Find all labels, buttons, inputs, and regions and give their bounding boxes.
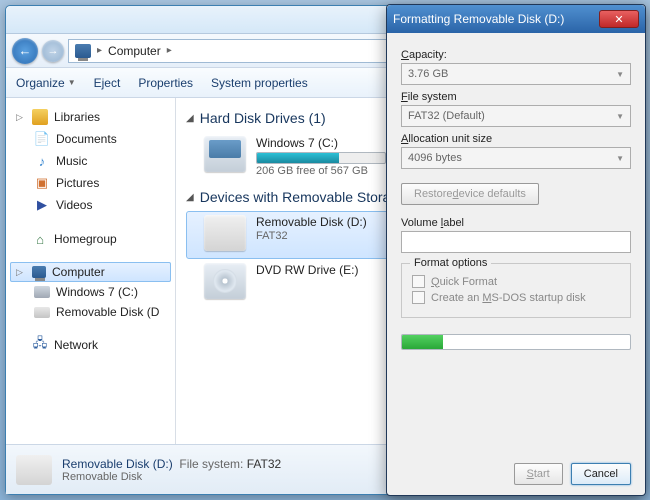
collapse-icon: ◢ bbox=[186, 113, 194, 124]
format-options-legend: Format options bbox=[410, 257, 491, 269]
status-drive-name: Removable Disk (D:) bbox=[62, 457, 173, 471]
capacity-label: Capacity: bbox=[401, 49, 631, 61]
collapse-icon: ◢ bbox=[186, 192, 194, 203]
format-dialog: Formatting Removable Disk (D:) ✕ Capacit… bbox=[386, 4, 646, 496]
pictures-icon: ▣ bbox=[34, 175, 50, 191]
sidebar-item-music[interactable]: ♪Music bbox=[10, 150, 171, 172]
volume-label-input[interactable] bbox=[401, 231, 631, 253]
network-icon: 🖧 bbox=[32, 337, 48, 353]
system-properties-button[interactable]: System properties bbox=[211, 76, 308, 90]
forward-button[interactable]: → bbox=[42, 40, 64, 62]
expand-icon: ▷ bbox=[16, 112, 26, 123]
restore-defaults-button[interactable]: Restore device defaults bbox=[401, 183, 539, 205]
sidebar-item-pictures[interactable]: ▣Pictures bbox=[10, 172, 171, 194]
sidebar-item-libraries[interactable]: ▷Libraries bbox=[10, 106, 171, 128]
expand-icon: ▷ bbox=[16, 267, 26, 278]
libraries-icon bbox=[32, 109, 48, 125]
allocation-select[interactable]: 4096 bytes▼ bbox=[401, 147, 631, 169]
status-fs-label: File system: bbox=[179, 457, 243, 471]
hdd-icon bbox=[204, 136, 246, 172]
start-button[interactable]: Start bbox=[514, 463, 563, 485]
eject-button[interactable]: Eject bbox=[94, 76, 121, 90]
back-button[interactable]: ← bbox=[12, 38, 38, 64]
chevron-down-icon: ▼ bbox=[616, 112, 624, 121]
dialog-body: Capacity: 3.76 GB▼ File system FAT32 (De… bbox=[387, 33, 645, 495]
chevron-right-icon: ▸ bbox=[167, 45, 172, 56]
drive-usage-bar bbox=[256, 152, 386, 164]
capacity-select[interactable]: 3.76 GB▼ bbox=[401, 63, 631, 85]
usb-drive-icon bbox=[204, 215, 246, 251]
format-progress-bar bbox=[401, 334, 631, 350]
sidebar-item-documents[interactable]: 📄Documents bbox=[10, 128, 171, 150]
usb-drive-icon bbox=[34, 307, 50, 318]
videos-icon: ▶ bbox=[34, 197, 50, 213]
status-drive-type: Removable Disk bbox=[62, 471, 281, 483]
format-options-group: Format options Quick Format Create an MS… bbox=[401, 263, 631, 318]
address-location: Computer bbox=[108, 44, 161, 58]
filesystem-label: File system bbox=[401, 91, 631, 103]
status-fs-value: FAT32 bbox=[247, 457, 281, 471]
checkbox-icon bbox=[412, 291, 425, 304]
chevron-down-icon: ▼ bbox=[68, 78, 76, 87]
music-icon: ♪ bbox=[34, 153, 50, 169]
organize-menu[interactable]: Organize▼ bbox=[16, 76, 76, 90]
computer-icon bbox=[75, 44, 91, 58]
properties-button[interactable]: Properties bbox=[138, 76, 193, 90]
sidebar-item-network[interactable]: 🖧Network bbox=[10, 334, 171, 356]
sidebar-item-videos[interactable]: ▶Videos bbox=[10, 194, 171, 216]
cancel-button[interactable]: Cancel bbox=[571, 463, 631, 485]
hdd-icon bbox=[34, 286, 50, 298]
chevron-down-icon: ▼ bbox=[616, 154, 624, 163]
quick-format-checkbox[interactable]: Quick Format bbox=[412, 275, 620, 288]
sidebar-item-computer[interactable]: ▷Computer bbox=[10, 262, 171, 282]
dialog-titlebar: Formatting Removable Disk (D:) ✕ bbox=[387, 5, 645, 33]
documents-icon: 📄 bbox=[34, 131, 50, 147]
chevron-down-icon: ▼ bbox=[616, 70, 624, 79]
usb-drive-icon bbox=[16, 455, 52, 485]
chevron-right-icon: ▸ bbox=[97, 45, 102, 56]
sidebar-item-windows7-drive[interactable]: Windows 7 (C:) bbox=[10, 282, 171, 302]
computer-icon bbox=[32, 266, 46, 278]
msdos-startup-checkbox[interactable]: Create an MS-DOS startup disk bbox=[412, 291, 620, 304]
filesystem-select[interactable]: FAT32 (Default)▼ bbox=[401, 105, 631, 127]
dvd-drive-icon bbox=[204, 263, 246, 299]
sidebar-item-removable-disk[interactable]: Removable Disk (D bbox=[10, 302, 171, 322]
dialog-button-row: Start Cancel bbox=[401, 453, 631, 485]
dialog-title: Formatting Removable Disk (D:) bbox=[393, 12, 564, 26]
homegroup-icon: ⌂ bbox=[32, 231, 48, 247]
sidebar-item-homegroup[interactable]: ⌂Homegroup bbox=[10, 228, 171, 250]
volume-label-label: Volume label bbox=[401, 217, 631, 229]
sidebar: ▷Libraries 📄Documents ♪Music ▣Pictures ▶… bbox=[6, 98, 176, 444]
checkbox-icon bbox=[412, 275, 425, 288]
allocation-label: Allocation unit size bbox=[401, 133, 631, 145]
dialog-close-button[interactable]: ✕ bbox=[599, 10, 639, 28]
